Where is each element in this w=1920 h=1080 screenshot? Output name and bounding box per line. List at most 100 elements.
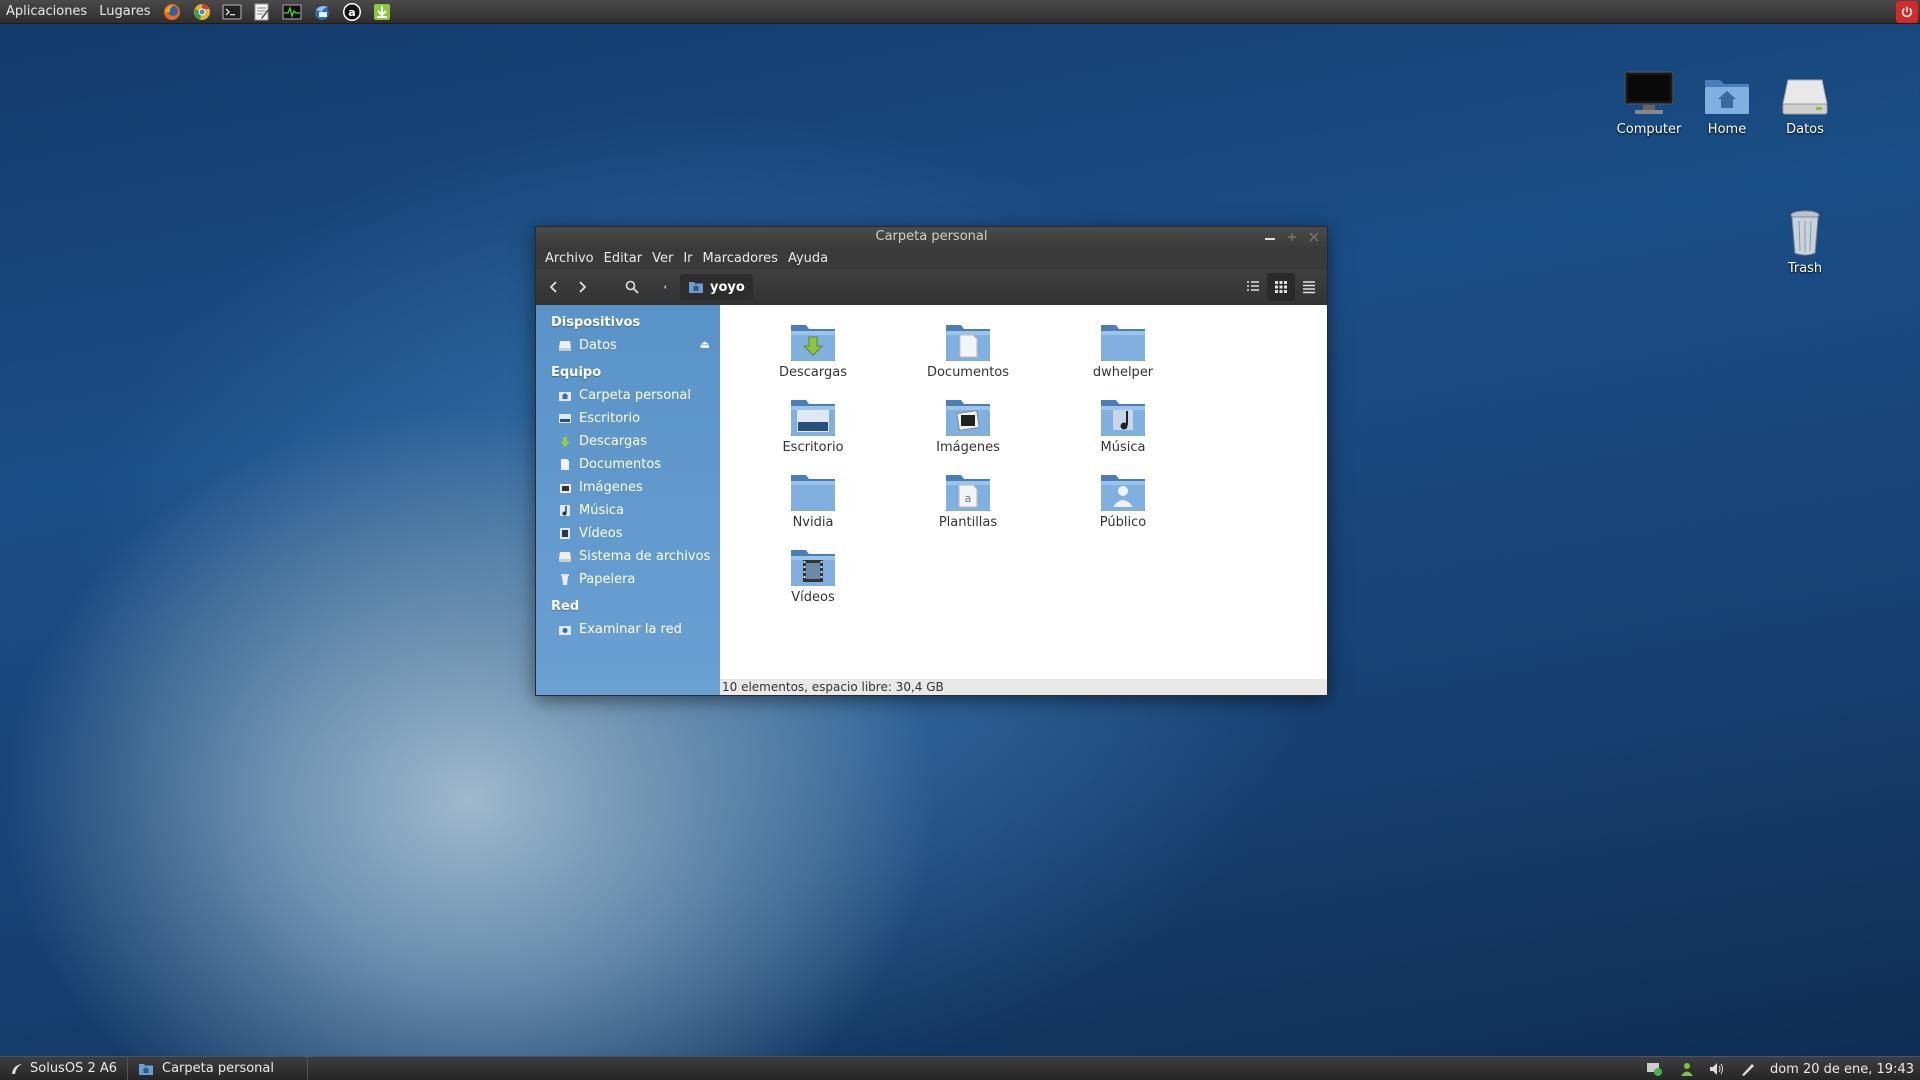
file-item[interactable]: Imágenes xyxy=(913,394,1023,455)
path-button-home[interactable]: yoyo xyxy=(680,274,753,300)
menu-editar[interactable]: Editar xyxy=(599,251,648,266)
trash-icon xyxy=(1790,210,1820,256)
sidebar-item-sistema-de-archivos[interactable]: Sistema de archivos xyxy=(536,545,720,568)
desktop-icon-home[interactable]: Home xyxy=(1688,66,1766,137)
file-item[interactable]: Nvidia xyxy=(758,469,868,530)
sidebar-heading-equipo: Equipo xyxy=(551,365,602,380)
maximize-button[interactable] xyxy=(1285,227,1299,247)
minimize-icon xyxy=(1265,238,1275,240)
sidebar-item-papelera[interactable]: Papelera xyxy=(536,568,720,591)
sidebar-item-musica[interactable]: Música xyxy=(536,499,720,522)
volume-icon[interactable] xyxy=(1708,1061,1726,1077)
file-item[interactable]: Escritorio xyxy=(758,394,868,455)
sidebar-item-label: Documentos xyxy=(579,457,662,472)
start-label: SolusOS 2 A6 xyxy=(30,1061,118,1076)
terminal-icon[interactable] xyxy=(221,1,243,23)
file-item[interactable]: dwhelper xyxy=(1068,319,1178,380)
folder-icon xyxy=(791,550,835,586)
filesystem-icon xyxy=(559,551,571,562)
file-item[interactable]: Documentos xyxy=(913,319,1023,380)
close-button[interactable] xyxy=(1307,227,1321,247)
menu-ver[interactable]: Ver xyxy=(647,251,678,266)
sidebar-item-datos[interactable]: Datos ⏏ xyxy=(536,334,720,357)
text-editor-icon[interactable] xyxy=(251,1,273,23)
file-item[interactable]: Público xyxy=(1068,469,1178,530)
firefox-icon[interactable] xyxy=(161,1,183,23)
applications-menu[interactable]: Aplicaciones xyxy=(0,4,93,19)
desktop-icon-computer[interactable]: Computer xyxy=(1610,66,1688,137)
window-title: Carpeta personal xyxy=(875,229,988,244)
eject-icon[interactable]: ⏏ xyxy=(700,338,710,351)
chrome-icon[interactable] xyxy=(191,1,213,23)
view-switcher xyxy=(1239,273,1323,301)
file-item[interactable]: a Plantillas xyxy=(913,469,1023,530)
desktop-icon-datos[interactable]: Datos xyxy=(1766,66,1844,137)
drive-icon xyxy=(1782,79,1828,115)
sidebar-item-escritorio[interactable]: Escritorio xyxy=(536,407,720,430)
pen-tray-icon[interactable] xyxy=(1740,1061,1756,1077)
window-titlebar[interactable]: Carpeta personal xyxy=(536,227,1327,247)
sidebar-item-examinar-la-red[interactable]: Examinar la red xyxy=(536,618,720,641)
system-tray: dom 20 de ene, 19:43 xyxy=(1646,1057,1914,1080)
list-view-button[interactable] xyxy=(1239,273,1267,301)
trash-icon xyxy=(561,574,569,585)
download-manager-icon[interactable] xyxy=(371,1,393,23)
file-view: Descargas Documentos dwhelper Escritorio Imá… xyxy=(720,305,1327,695)
icon-view-button[interactable] xyxy=(1267,273,1295,301)
update-tray-icon[interactable] xyxy=(1680,1061,1694,1077)
folder-icon xyxy=(946,325,990,361)
svg-text:a: a xyxy=(965,492,972,505)
folder-icon xyxy=(791,400,835,436)
sidebar-item-videos[interactable]: Vídeos xyxy=(536,522,720,545)
monitor-icon xyxy=(1624,71,1674,114)
forward-button[interactable] xyxy=(568,273,596,301)
places-menu[interactable]: Lugares xyxy=(93,4,156,19)
sidebar-item-label: Imágenes xyxy=(579,480,643,495)
top-panel: Aplicaciones Lugares a xyxy=(0,0,1920,24)
sidebar-item-descargas[interactable]: Descargas xyxy=(536,430,720,453)
window-content: Dispositivos Datos ⏏ Equipo Carpeta pers… xyxy=(536,305,1327,695)
folder-icon: a xyxy=(946,475,990,511)
svg-text:a: a xyxy=(348,6,355,19)
sidebar-item-carpeta-personal[interactable]: Carpeta personal xyxy=(536,384,720,407)
network-tray-icon[interactable] xyxy=(1646,1061,1666,1077)
start-menu-button[interactable]: SolusOS 2 A6 xyxy=(0,1057,129,1080)
system-monitor-icon[interactable] xyxy=(281,1,303,23)
file-item-label: Imágenes xyxy=(936,440,1000,455)
compact-view-button[interactable] xyxy=(1295,273,1323,301)
file-item-label: Documentos xyxy=(926,365,1010,380)
path-scroll-left-button[interactable] xyxy=(656,273,674,301)
chevron-right-icon xyxy=(579,281,587,293)
search-button[interactable] xyxy=(618,273,646,301)
file-item-label: Público xyxy=(1099,515,1147,530)
back-button[interactable] xyxy=(540,273,568,301)
thunderbird-icon[interactable] xyxy=(311,1,333,23)
folder-icon xyxy=(946,400,990,436)
power-icon xyxy=(1901,6,1913,18)
file-item[interactable]: Vídeos xyxy=(758,544,868,605)
menu-ayuda[interactable]: Ayuda xyxy=(783,251,833,266)
toolbar: yoyo xyxy=(536,269,1327,305)
file-item-label: Vídeos xyxy=(791,590,835,605)
video-icon xyxy=(560,528,570,539)
taskbar-item-carpeta-personal[interactable]: Carpeta personal xyxy=(128,1057,309,1080)
menubar: Archivo Editar Ver Ir Marcadores Ayuda xyxy=(536,247,1327,269)
status-bar: 10 elementos, espacio libre: 30,4 GB xyxy=(720,679,1327,695)
file-item[interactable]: Música xyxy=(1068,394,1178,455)
desktop-icon-trash[interactable]: Trash xyxy=(1766,205,1844,276)
maximize-icon xyxy=(1288,233,1296,241)
home-folder-icon xyxy=(1705,80,1749,114)
sidebar-item-imagenes[interactable]: Imágenes xyxy=(536,476,720,499)
grid-view-icon xyxy=(1275,281,1287,293)
sidebar-item-label: Datos xyxy=(579,338,617,353)
file-item[interactable]: Descargas xyxy=(758,319,868,380)
minimize-button[interactable] xyxy=(1263,227,1277,247)
menu-ir[interactable]: Ir xyxy=(678,251,697,266)
clock[interactable]: dom 20 de ene, 19:43 xyxy=(1770,1062,1914,1077)
menu-archivo[interactable]: Archivo xyxy=(540,251,599,266)
sidebar-item-documentos[interactable]: Documentos xyxy=(536,453,720,476)
menu-marcadores[interactable]: Marcadores xyxy=(698,251,783,266)
amule-icon[interactable]: a xyxy=(341,1,363,23)
power-button[interactable] xyxy=(1896,1,1918,23)
sidebar-item-label: Escritorio xyxy=(579,411,641,426)
